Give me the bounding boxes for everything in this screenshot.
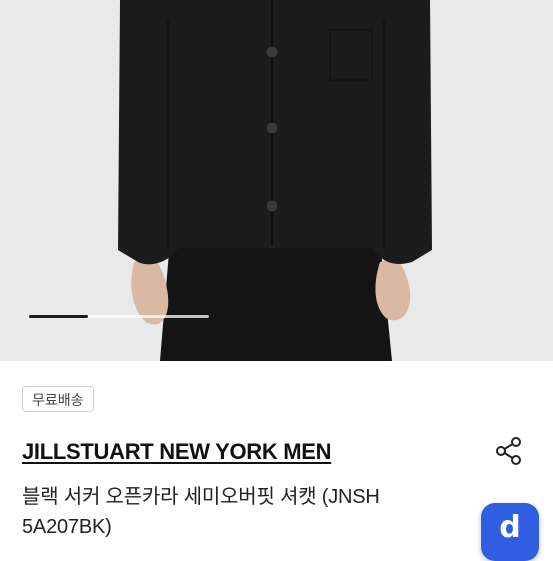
app-launcher-button[interactable]: d (481, 503, 539, 561)
share-button[interactable] (492, 434, 526, 468)
carousel-progress-fill (29, 315, 89, 318)
carousel-progress (29, 315, 209, 318)
product-photo (0, 0, 553, 361)
app-launcher-icon: d (499, 509, 521, 545)
product-title-line-2: 5A207BK) (22, 516, 112, 538)
product-title: 블랙 서커 오픈카라 세미오버핏 셔캣 (JNSH 5A207BK) (22, 482, 462, 542)
product-image[interactable] (0, 0, 553, 361)
free-shipping-badge: 무료배송 (22, 386, 94, 412)
brand-link[interactable]: JILLSTUART NEW YORK MEN (22, 439, 332, 465)
product-title-line-1: 블랙 서커 오픈카라 세미오버핏 셔캣 (JNSH (22, 486, 380, 508)
share-icon (496, 437, 521, 465)
